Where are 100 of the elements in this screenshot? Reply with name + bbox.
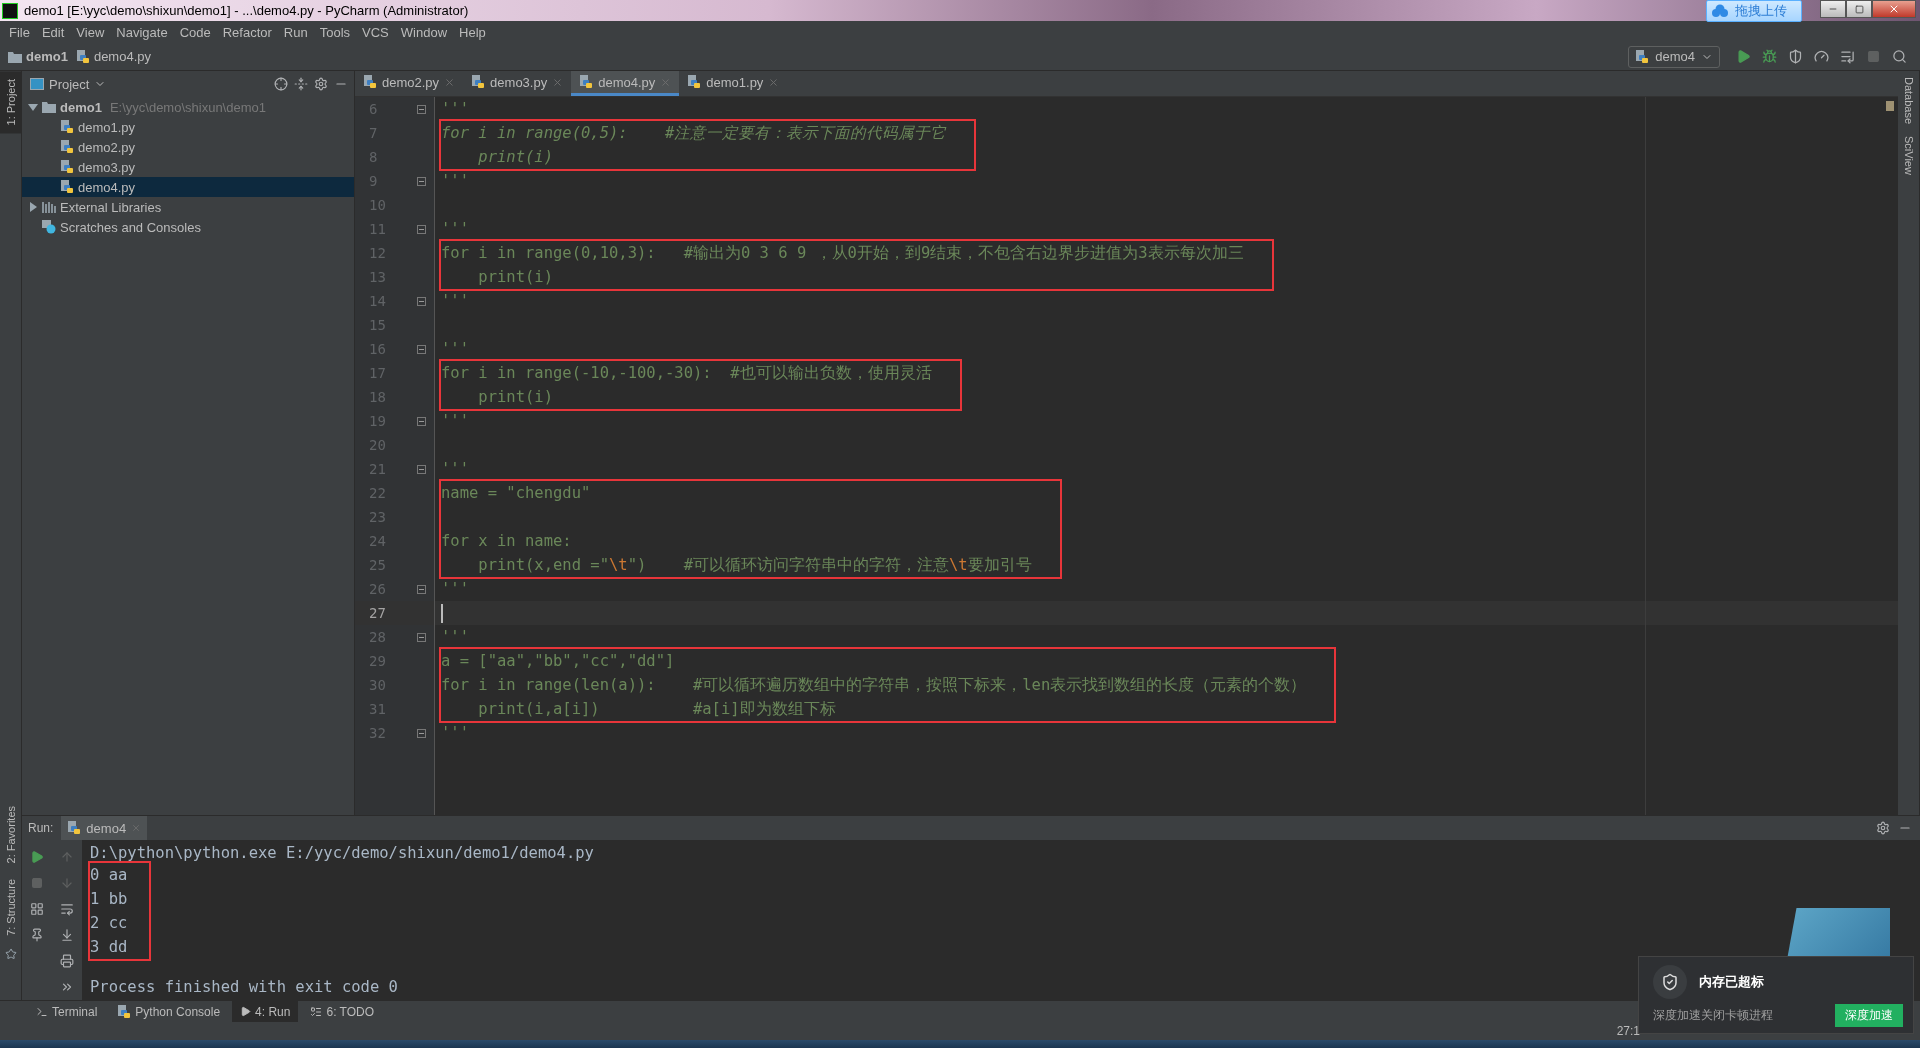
menu-item[interactable]: Refactor <box>217 24 277 40</box>
project-view-dropdown[interactable]: Project <box>30 76 107 92</box>
bug-icon[interactable] <box>1761 49 1777 64</box>
console-line: 2 cc <box>90 912 128 934</box>
scratch-console-icon <box>42 220 56 234</box>
breadcrumb-item[interactable]: demo1 <box>26 49 68 64</box>
code-line: ''' <box>441 340 469 358</box>
python-file-icon <box>60 160 74 174</box>
search-icon[interactable] <box>1891 49 1907 64</box>
fold-icon[interactable] <box>417 416 426 426</box>
menu-item[interactable]: VCS <box>357 24 394 40</box>
python-file-icon <box>687 75 702 89</box>
editor-tab[interactable]: demo3.py <box>463 71 572 96</box>
pin-icon[interactable] <box>30 928 44 942</box>
minimize-button[interactable] <box>1820 0 1846 18</box>
settings-icon[interactable] <box>1876 821 1890 835</box>
menu-item[interactable]: File <box>4 24 35 40</box>
caret-position[interactable]: 27:1 <box>1616 1024 1640 1038</box>
tree-item[interactable]: External Libraries <box>22 197 354 217</box>
tool-window-tab[interactable]: SciView <box>1898 130 1919 182</box>
fold-icon[interactable] <box>417 584 426 594</box>
editor-tab[interactable]: demo1.py <box>679 71 788 96</box>
python-file-icon <box>579 75 594 89</box>
menu-item[interactable]: Navigate <box>111 24 173 40</box>
tree-item-label: demo2.py <box>78 139 136 155</box>
menu-item[interactable]: Run <box>278 24 313 40</box>
maximize-icon <box>1854 4 1864 14</box>
run-icon[interactable] <box>1735 49 1751 64</box>
rerun-icon[interactable] <box>30 850 44 864</box>
list-icon[interactable] <box>1839 49 1855 64</box>
python-file-icon <box>67 821 82 835</box>
fold-icon[interactable] <box>417 104 426 114</box>
code-line: print(i) <box>477 148 553 166</box>
scroll-end-icon[interactable] <box>60 928 74 942</box>
tool-window-tab[interactable]: 7: Structure <box>0 871 21 944</box>
menu-item[interactable]: View <box>71 24 110 40</box>
settings-icon[interactable] <box>314 77 328 91</box>
tool-window-tab[interactable]: 1: Project <box>0 71 21 134</box>
tool-window-tab[interactable]: 6: TODO <box>302 1000 383 1023</box>
shield-check-icon <box>1661 973 1679 991</box>
code-line: a = ["aa","bb","cc","dd"] <box>441 652 675 670</box>
tool-window-tab[interactable]: 4: Run <box>232 1000 299 1023</box>
run-tab[interactable]: demo4 <box>61 816 148 840</box>
folder-icon <box>42 101 56 113</box>
wrap-icon[interactable] <box>60 902 74 916</box>
run-config-dropdown[interactable]: demo4 <box>1628 45 1720 68</box>
tool-window-tab[interactable]: Terminal <box>28 1000 106 1023</box>
fold-icon[interactable] <box>417 464 426 474</box>
fold-icon[interactable] <box>417 344 426 354</box>
menu-item[interactable]: Edit <box>36 24 70 40</box>
breadcrumb-item[interactable]: demo4.py <box>93 49 151 64</box>
run-icon <box>240 1006 252 1017</box>
layout-icon[interactable] <box>30 902 44 916</box>
expand-arrow-icon[interactable] <box>28 202 38 212</box>
menu-item[interactable]: Window <box>395 24 453 40</box>
python-file-icon <box>117 1004 132 1019</box>
code-line: name = "chengdu" <box>441 484 591 502</box>
tree-item[interactable]: Scratches and Consoles <box>22 217 354 237</box>
fold-icon[interactable] <box>417 632 426 642</box>
expand-arrow-icon[interactable] <box>28 102 38 112</box>
python-file-icon <box>60 140 74 154</box>
app-logo-icon <box>2 2 18 19</box>
gauge-icon[interactable] <box>1813 49 1829 64</box>
fold-icon[interactable] <box>417 728 426 738</box>
more-icon[interactable] <box>60 980 74 994</box>
print-icon[interactable] <box>60 954 74 968</box>
editor-tab[interactable]: demo2.py <box>355 71 464 96</box>
tree-item-label: demo1 <box>60 99 102 115</box>
folder-icon <box>8 50 22 63</box>
tree-item[interactable]: demo3.py <box>22 157 354 177</box>
console-line: 0 aa <box>90 864 128 886</box>
editor-tab[interactable]: demo4.py <box>571 71 680 96</box>
upload-button[interactable]: 拖拽上传 <box>1706 0 1802 22</box>
tree-item[interactable]: demo1 E:\yyc\demo\shixun\demo1 <box>22 97 354 117</box>
code-line: print(i) <box>477 388 553 406</box>
code-line: ''' <box>441 628 469 646</box>
locate-icon[interactable] <box>274 77 288 91</box>
menu-item[interactable]: Tools <box>314 24 356 40</box>
menu-item[interactable]: Help <box>454 24 491 40</box>
tool-window-tab[interactable]: Python Console <box>109 1000 229 1023</box>
tree-item[interactable]: demo2.py <box>22 137 354 157</box>
tool-window-tab[interactable]: 2: Favorites <box>0 797 21 872</box>
code-line: print(x,end ="\t") #可以循环访问字符串中的字符，注意\t要加引号 <box>477 554 1032 576</box>
python-file-icon <box>60 180 74 194</box>
collapse-icon[interactable] <box>294 77 308 91</box>
fold-icon[interactable] <box>417 296 426 306</box>
fold-icon[interactable] <box>417 224 426 234</box>
menu-item[interactable]: Code <box>174 24 216 40</box>
shield-icon[interactable] <box>1787 49 1803 64</box>
tool-window-tab[interactable]: Database <box>1898 71 1919 131</box>
tree-item[interactable]: demo1.py <box>22 117 354 137</box>
fold-icon[interactable] <box>417 176 426 186</box>
code-line: ''' <box>441 460 469 478</box>
close-button[interactable] <box>1872 0 1916 18</box>
code-line: print(i,a[i]) #a[i]即为数组下标 <box>477 698 836 720</box>
maximize-button[interactable] <box>1846 0 1872 18</box>
console-line: 1 bb <box>90 888 128 910</box>
tree-item[interactable]: demo4.py <box>22 177 354 197</box>
tree-item-label: demo4.py <box>78 179 136 195</box>
python-file-icon <box>363 75 377 89</box>
